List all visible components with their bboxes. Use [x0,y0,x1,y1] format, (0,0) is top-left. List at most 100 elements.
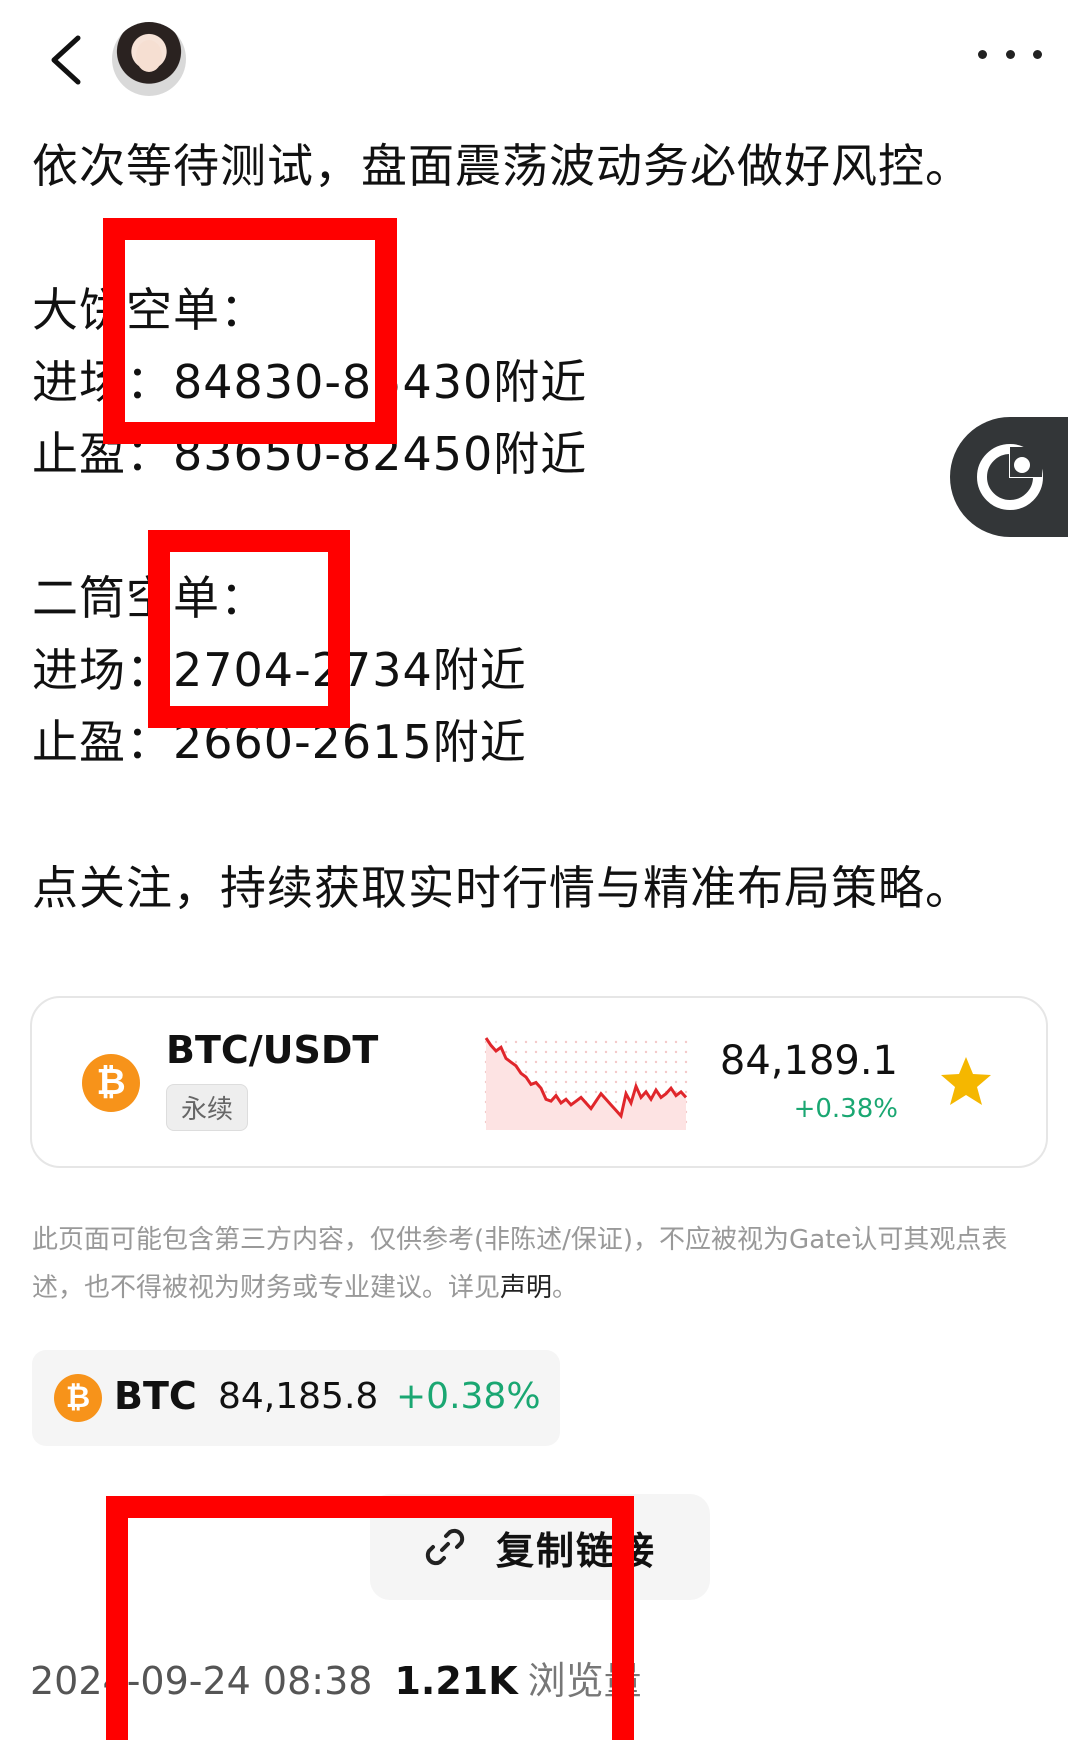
sparkline-grid-dot [674,1060,678,1064]
sparkline-grid-dot [574,1050,578,1054]
sparkline-grid-dot [584,1050,588,1054]
sparkline-grid-dot [594,1090,598,1094]
sparkline-grid-dot [644,1060,648,1064]
red-annotation-box [148,530,350,728]
sparkline-grid-dot [684,1080,688,1084]
top-bar [0,0,1068,120]
sparkline-grid-dot [534,1070,538,1074]
sparkline-grid-dot [594,1080,598,1084]
sparkline-grid-dot [564,1050,568,1054]
sparkline-grid-dot [544,1040,548,1044]
sparkline-grid-dot [584,1090,588,1094]
sparkline-grid-dot [524,1050,528,1054]
sparkline-grid-dot [644,1050,648,1054]
red-annotation-box [103,218,397,444]
sparkline-grid-dot [644,1070,648,1074]
chip-price: 84,185.8 [218,1376,379,1417]
sparkline-grid-dot [564,1080,568,1084]
sparkline-grid-dot [654,1050,658,1054]
sparkline-grid-dot [554,1090,558,1094]
floating-action-button[interactable] [950,417,1068,537]
sparkline-grid-dot [674,1040,678,1044]
sparkline-grid-dot [624,1080,628,1084]
sparkline-grid-dot [624,1050,628,1054]
sparkline-grid-dot [564,1090,568,1094]
red-annotation-box [106,1496,634,1740]
sparkline-grid-dot [614,1090,618,1094]
avatar-face [136,40,162,72]
disclaimer: 此页面可能包含第三方内容，仅供参考(非陈述/保证)，不应被视为Gate认可其观点… [32,1216,1032,1312]
disclaimer-link[interactable]: 声明 [500,1273,552,1303]
sparkline-grid-dot [554,1040,558,1044]
sparkline-grid-dot [584,1060,588,1064]
sparkline-grid-dot [674,1080,678,1084]
sparkline-grid-dot [544,1060,548,1064]
sparkline-grid-dot [684,1040,688,1044]
sparkline-grid-dot [604,1060,608,1064]
sparkline-grid-dot [574,1090,578,1094]
perpetual-tag: 永续 [166,1084,249,1131]
chevron-left-icon [51,35,81,85]
sparkline-grid-dot [654,1070,658,1074]
sparkline-grid-dot [554,1080,558,1084]
more-dots-icon [978,49,987,59]
sparkline-grid-dot [604,1080,608,1084]
sparkline-grid-dot [534,1060,538,1064]
sparkline-grid-dot [564,1070,568,1074]
sparkline-grid-dot [634,1070,638,1074]
sparkline-grid-dot [544,1080,548,1084]
sparkline-grid-dot [634,1040,638,1044]
sparkline-grid-dot [514,1040,518,1044]
star-icon[interactable] [938,1054,994,1110]
price-sparkline [484,1037,688,1130]
sparkline-grid-dot [614,1100,618,1104]
btc-coin-icon: ₿ [54,1374,102,1422]
sparkline-grid-dot [494,1040,498,1044]
post-line: 点关注，持续获取实时行情与精准布局策略。 [32,861,972,915]
post-line: 依次等待测试，盘面震荡波动务必做好风控。 [32,139,972,193]
sparkline-grid-dot [594,1040,598,1044]
sparkline-grid-dot [604,1050,608,1054]
sparkline-grid-dot [634,1060,638,1064]
sparkline-grid-dot [574,1040,578,1044]
sparkline-grid-dot [684,1050,688,1054]
sparkline-grid-dot [684,1070,688,1074]
sparkline-grid-dot [584,1070,588,1074]
sparkline-grid-dot [654,1080,658,1084]
author-avatar[interactable] [112,22,186,96]
sparkline-grid-dot [564,1060,568,1064]
sparkline-grid-dot [684,1090,688,1094]
chip-change: +0.38% [396,1376,541,1417]
sparkline-grid-dot [614,1050,618,1054]
sparkline-grid-dot [544,1050,548,1054]
sparkline-grid-dot [644,1040,648,1044]
sparkline-grid-dot [684,1060,688,1064]
sparkline-grid-dot [594,1070,598,1074]
sparkline-grid-dot [594,1060,598,1064]
sparkline-grid-dot [574,1060,578,1064]
sparkline-grid-dot [504,1040,508,1044]
sparkline-grid-dot [604,1040,608,1044]
pair-price: 84,189.1 [719,1038,898,1084]
sparkline-grid-dot [614,1070,618,1074]
sparkline-grid-dot [624,1040,628,1044]
sparkline-grid-dot [504,1050,508,1054]
sparkline-grid-dot [624,1070,628,1074]
sparkline-grid-dot [564,1040,568,1044]
sparkline-grid-dot [634,1050,638,1054]
back-button[interactable] [44,30,92,90]
btc-coin-chip[interactable]: ₿ BTC 84,185.8 +0.38% [32,1350,560,1446]
sparkline-grid-dot [614,1060,618,1064]
market-card[interactable]: ₿ BTC/USDT 永续 84,189.1 +0.38% [30,996,1048,1168]
sparkline-grid-dot [544,1090,548,1094]
sparkline-grid-dot [574,1080,578,1084]
sparkline-grid-dot [624,1060,628,1064]
sparkline-grid-dot [664,1050,668,1054]
sparkline-grid-dot [604,1090,608,1094]
more-options-button[interactable] [978,44,1042,64]
sparkline-grid-dot [534,1050,538,1054]
pair-change: +0.38% [793,1094,898,1124]
disclaimer-suffix: 。 [552,1273,579,1303]
sparkline-grid-dot [664,1080,668,1084]
sparkline-grid-dot [524,1060,528,1064]
